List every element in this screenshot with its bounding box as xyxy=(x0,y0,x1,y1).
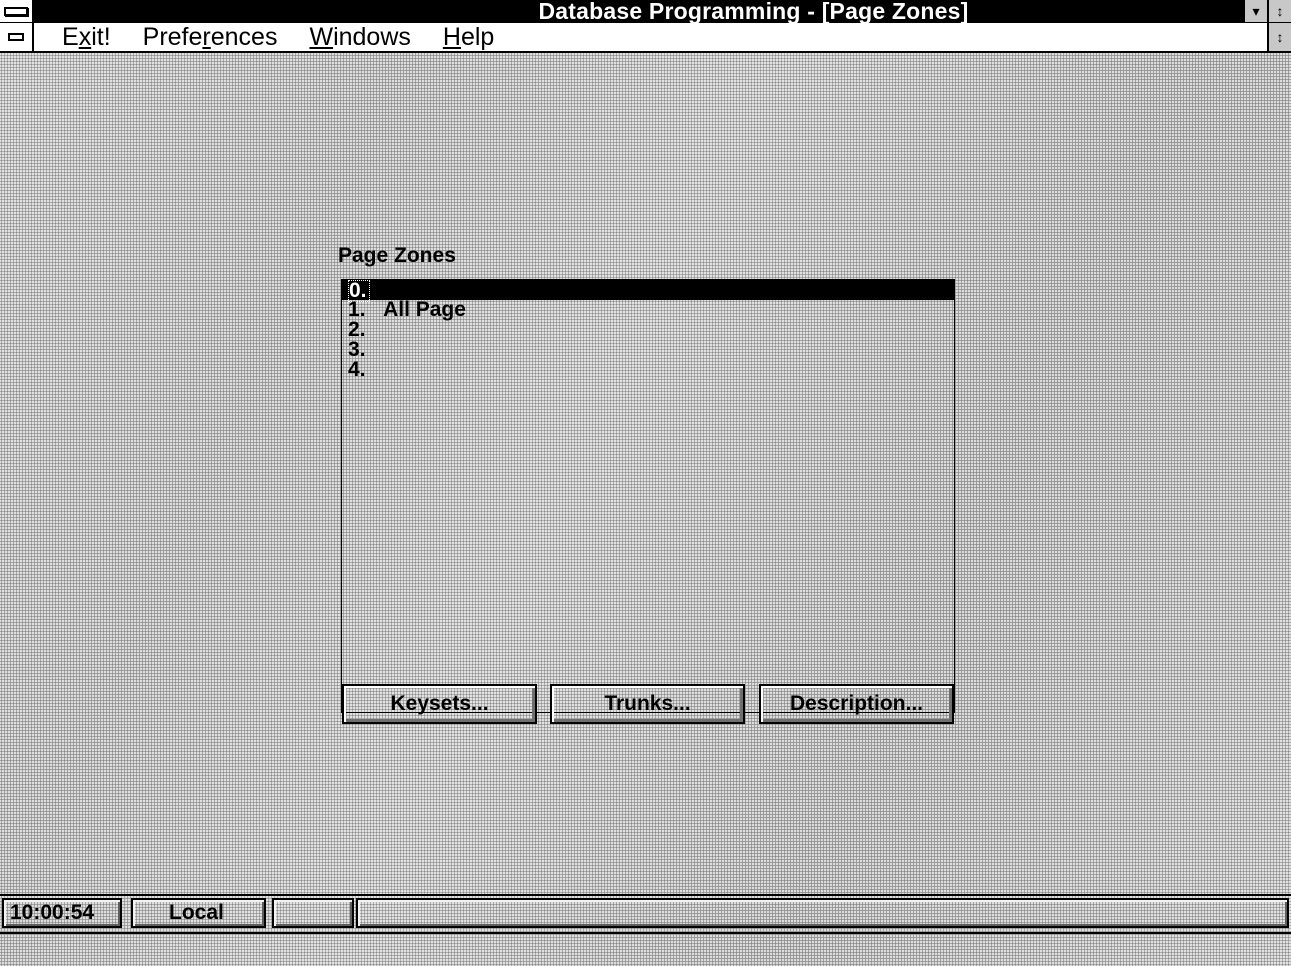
description-button[interactable]: Description... xyxy=(759,684,954,724)
status-time: 10:00:54 xyxy=(2,898,122,928)
list-item-text: All Page xyxy=(383,298,466,321)
list-item[interactable]: 1. All Page xyxy=(342,298,954,321)
status-bar: 10:00:54 Local xyxy=(0,894,1291,930)
menu-help[interactable]: Help xyxy=(441,23,496,51)
list-item-number: 2. xyxy=(348,318,366,341)
system-menu-icon[interactable] xyxy=(0,0,34,22)
menu-windows[interactable]: Windows xyxy=(307,23,412,51)
menu-preferences[interactable]: Preferences xyxy=(141,23,280,51)
bottom-strip xyxy=(0,932,1291,966)
page-zones-dialog: Page Zones 0. 1. All Page 2. 3. 4. Keyse… xyxy=(330,242,964,732)
list-item[interactable]: 3. xyxy=(342,338,954,361)
minimize-icon[interactable]: ▾ xyxy=(1243,0,1267,22)
status-mode: Local xyxy=(131,898,266,928)
list-item-number: 4. xyxy=(348,358,366,381)
trunks-button[interactable]: Trunks... xyxy=(550,684,745,724)
menu-bar: Exit! Preferences Windows Help ↕ xyxy=(0,23,1291,53)
list-item[interactable]: 0. xyxy=(342,280,954,302)
status-message xyxy=(356,898,1289,928)
title-bar: Database Programming - [Page Zones] ▾ ↕ xyxy=(0,0,1291,23)
window-title: Database Programming - [Page Zones] xyxy=(538,0,969,24)
list-item-number: 3. xyxy=(348,338,366,361)
page-zones-list[interactable]: 0. 1. All Page 2. 3. 4. xyxy=(341,279,955,713)
list-item[interactable]: 4. xyxy=(342,358,954,381)
page-zones-label: Page Zones xyxy=(338,244,456,267)
keysets-button[interactable]: Keysets... xyxy=(342,684,537,724)
document-menu-icon[interactable] xyxy=(0,23,34,51)
restore-icon[interactable]: ↕ xyxy=(1267,0,1291,22)
status-empty-1 xyxy=(272,898,354,928)
list-item[interactable]: 2. xyxy=(342,318,954,341)
menu-exit[interactable]: Exit! xyxy=(60,23,113,51)
list-item-number: 1. xyxy=(348,298,366,321)
document-restore-icon[interactable]: ↕ xyxy=(1267,23,1291,51)
